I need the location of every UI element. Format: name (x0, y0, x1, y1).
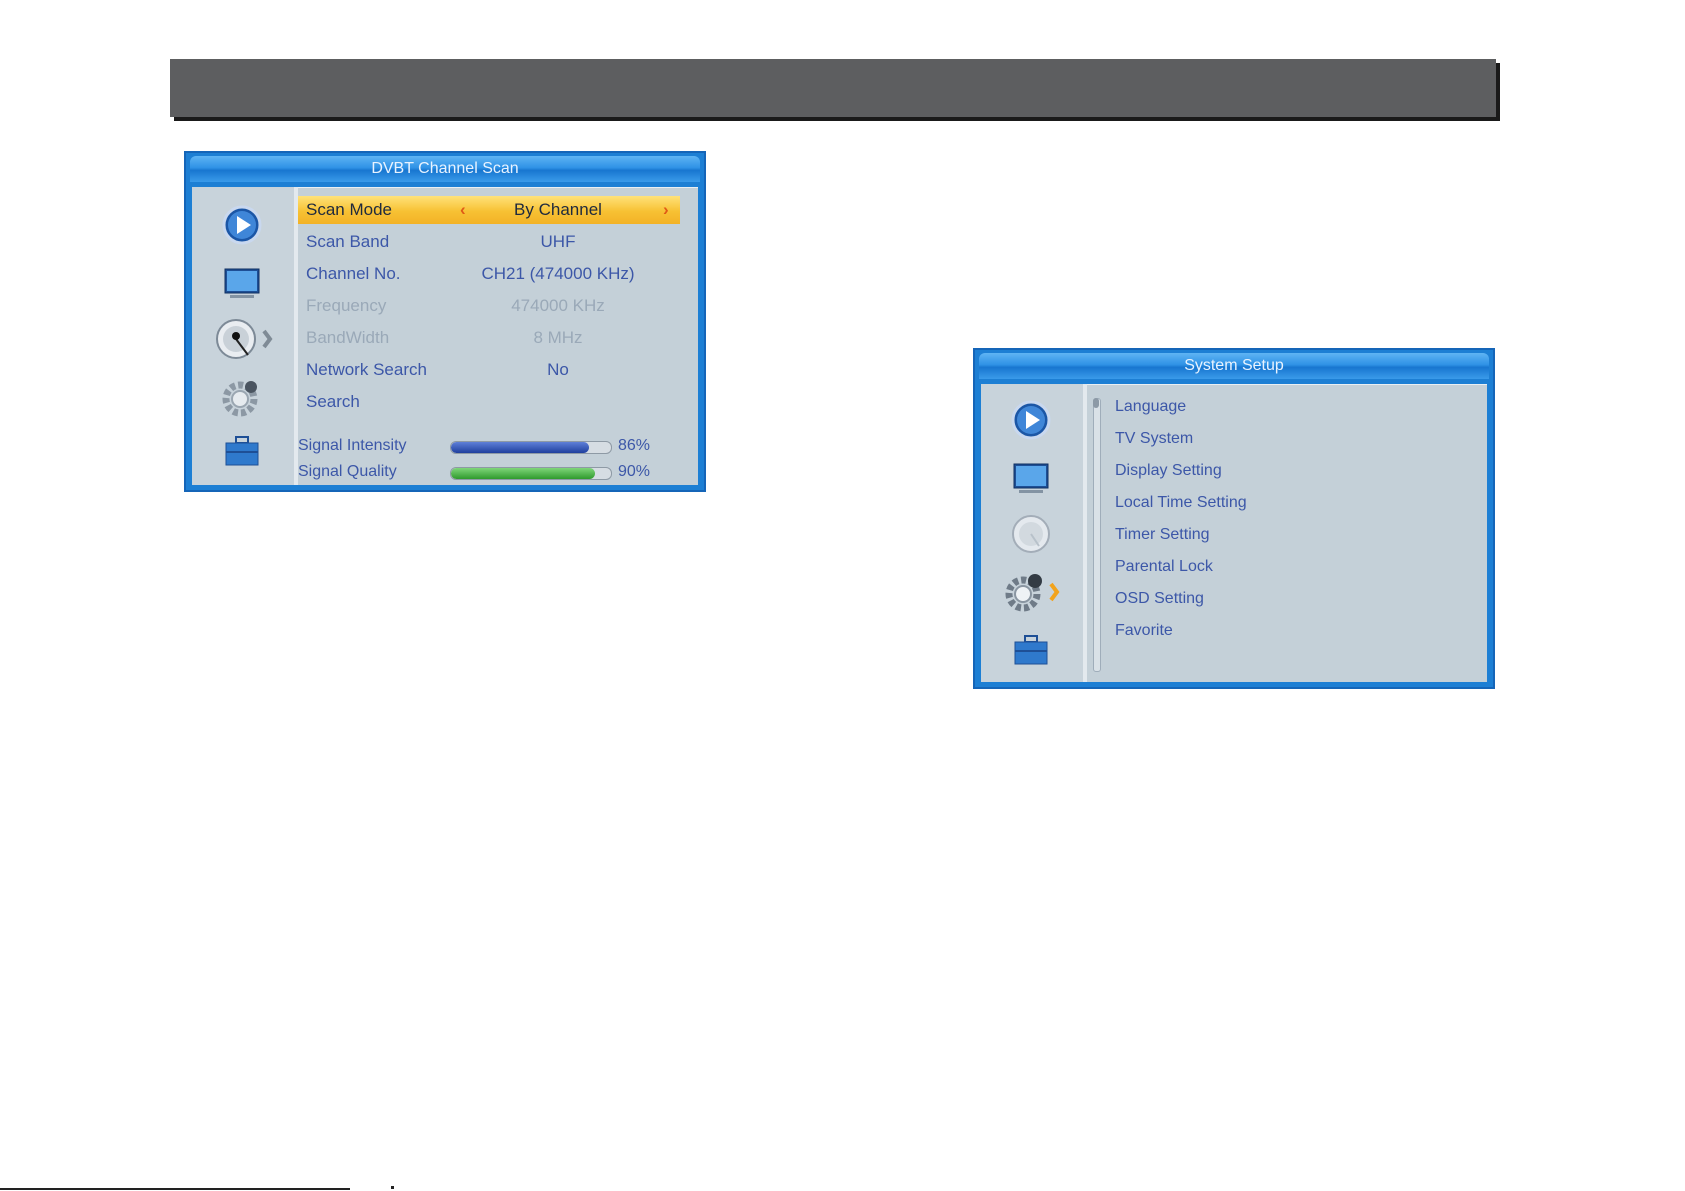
page-header-bar (170, 59, 1496, 117)
signal-intensity-value: 86% (618, 437, 651, 454)
scrollbar-thumb[interactable] (1093, 398, 1099, 408)
window-body: Scan Mode ‹ By Channel › Scan Band UHF C… (192, 187, 698, 485)
gear-icon[interactable] (218, 375, 266, 419)
menu-item-favorite[interactable]: Favorite (1115, 617, 1173, 645)
scrollbar[interactable] (1093, 398, 1101, 672)
row-label: Frequency (306, 296, 387, 315)
menu-item-tv-system[interactable]: TV System (1115, 425, 1193, 453)
signal-quality-label: Signal Quality (298, 463, 397, 480)
play-icon[interactable] (1007, 398, 1055, 442)
toolbox-icon[interactable] (218, 429, 266, 473)
row-value: CH21 (474000 KHz) (481, 264, 635, 283)
scan-mode-row[interactable]: Scan Mode ‹ By Channel › (298, 196, 680, 224)
window-title: DVBT Channel Scan (190, 156, 700, 182)
toolbox-icon[interactable] (1007, 628, 1055, 672)
row-value: 474000 KHz (511, 296, 605, 315)
sidebar (192, 187, 298, 485)
signal-intensity-fill (451, 442, 589, 453)
search-row[interactable]: Search (298, 388, 698, 416)
row-value: 8 MHz (533, 328, 583, 347)
arrow-left-icon[interactable]: ‹ (460, 196, 466, 224)
signal-intensity-bar (450, 441, 612, 454)
signal-quality-bar (450, 467, 612, 480)
menu-item-local-time-setting[interactable]: Local Time Setting (1115, 489, 1247, 517)
menu-item-language[interactable]: Language (1115, 393, 1186, 421)
row-value: UHF (540, 232, 576, 251)
satellite-dish-icon[interactable] (1007, 512, 1055, 556)
tv-icon[interactable] (218, 261, 266, 305)
satellite-dish-icon[interactable] (212, 317, 278, 361)
row-label: Network Search (306, 360, 427, 379)
menu-item-display-setting[interactable]: Display Setting (1115, 457, 1222, 485)
gear-icon[interactable] (1001, 570, 1067, 614)
bottom-rule (0, 1188, 350, 1190)
bottom-mark (391, 1186, 394, 1189)
frequency-row: Frequency 474000 KHz (298, 292, 698, 320)
row-label: BandWidth (306, 328, 390, 347)
window-title: System Setup (979, 353, 1489, 379)
row-value: By Channel (514, 200, 602, 219)
arrow-right-icon[interactable]: › (663, 196, 669, 224)
signal-intensity-row: Signal Intensity 86% (298, 434, 698, 458)
row-label: Scan Mode (306, 200, 392, 219)
scan-band-row[interactable]: Scan Band UHF (298, 228, 698, 256)
window-body: Language TV System Display Setting Local… (981, 384, 1487, 682)
row-label: Scan Band (306, 232, 390, 251)
signal-quality-row: Signal Quality 90% (298, 460, 698, 484)
row-value: No (547, 360, 569, 379)
row-label: Channel No. (306, 264, 401, 283)
tv-icon[interactable] (1007, 456, 1055, 500)
signal-quality-value: 90% (618, 463, 651, 480)
signal-intensity-label: Signal Intensity (298, 437, 407, 454)
system-menu-list: Language TV System Display Setting Local… (1087, 384, 1487, 682)
network-search-row[interactable]: Network Search No (298, 356, 698, 384)
dvbt-channel-scan-window: DVBT Channel Scan Scan Mode ‹ By Channel… (184, 151, 706, 492)
menu-item-parental-lock[interactable]: Parental Lock (1115, 553, 1213, 581)
row-label: Search (306, 392, 360, 411)
sidebar (981, 384, 1087, 682)
channel-no-row[interactable]: Channel No. CH21 (474000 KHz) (298, 260, 698, 288)
menu-item-timer-setting[interactable]: Timer Setting (1115, 521, 1210, 549)
menu-item-osd-setting[interactable]: OSD Setting (1115, 585, 1204, 613)
scan-settings-list: Scan Mode ‹ By Channel › Scan Band UHF C… (298, 187, 698, 485)
system-setup-window: System Setup Language TV System Display … (973, 348, 1495, 689)
bandwidth-row: BandWidth 8 MHz (298, 324, 698, 352)
play-icon[interactable] (218, 203, 266, 247)
signal-quality-fill (451, 468, 595, 479)
